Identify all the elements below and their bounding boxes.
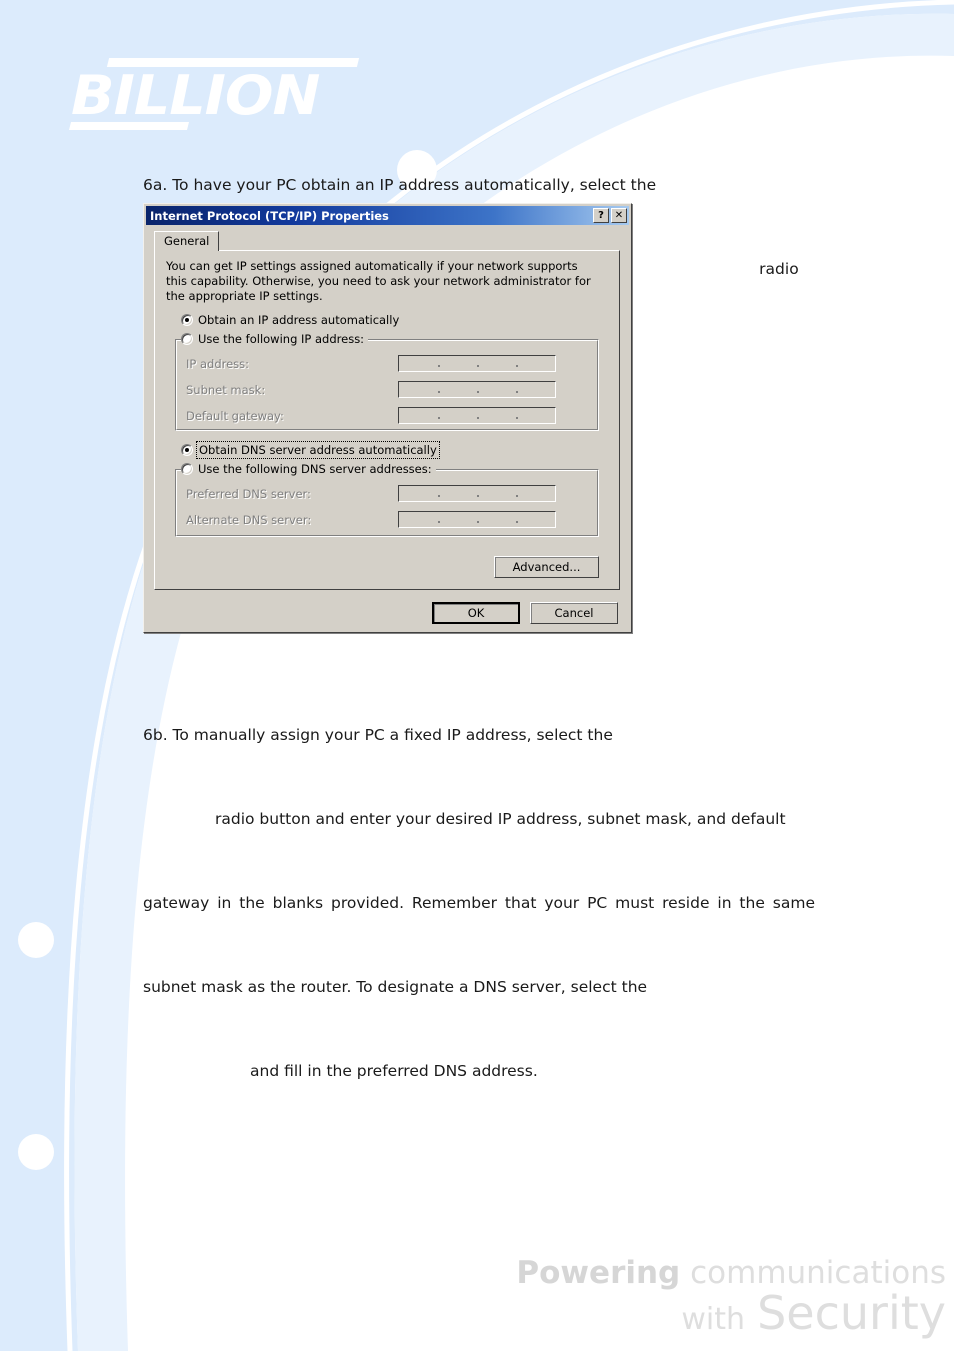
field-alternate-dns: Alternate DNS server:: [186, 511, 556, 528]
dialog-intro-text: You can get IP settings assigned automat…: [166, 259, 591, 303]
radio-obtain-ip-automatically[interactable]: Obtain an IP address automatically: [181, 313, 399, 327]
input-ip-address[interactable]: [398, 355, 556, 372]
radio-label-use-dns: Use the following DNS server addresses:: [198, 462, 432, 476]
radio-icon-use-ip[interactable]: [181, 333, 193, 345]
radio-use-following-dns[interactable]: Use the following DNS server addresses:: [181, 462, 436, 476]
input-alternate-dns[interactable]: [398, 511, 556, 528]
radio-label-obtain-ip: Obtain an IP address automatically: [198, 313, 400, 327]
footer-slogan: Powering communications with Security: [516, 1258, 946, 1337]
radio-obtain-dns-automatically[interactable]: Obtain DNS server address automatically: [181, 441, 440, 459]
input-preferred-dns[interactable]: [398, 485, 556, 502]
field-preferred-dns: Preferred DNS server:: [186, 485, 556, 502]
field-ip-address: IP address:: [186, 355, 556, 372]
footer-slogan-line2: with Security: [516, 1290, 946, 1337]
footer-security: Security: [757, 1286, 946, 1341]
input-subnet-mask[interactable]: [398, 381, 556, 398]
paragraph-6b-line5: and fill in the preferred DNS address.: [143, 1057, 815, 1085]
tab-general[interactable]: General: [154, 231, 220, 251]
label-subnet-mask: Subnet mask:: [186, 382, 266, 397]
label-ip-address: IP address:: [186, 356, 250, 371]
cancel-button[interactable]: Cancel: [530, 602, 618, 624]
paragraph-6b: 6b. To manually assign your PC a fixed I…: [143, 665, 815, 1113]
radio-icon-obtain-ip[interactable]: [181, 314, 193, 326]
label-alternate-dns: Alternate DNS server:: [186, 512, 312, 527]
dialog-title: Internet Protocol (TCP/IP) Properties: [150, 208, 389, 223]
ok-button[interactable]: OK: [432, 602, 520, 624]
footer-with: with: [681, 1302, 745, 1338]
curve-dot-middle: [18, 922, 54, 958]
help-button[interactable]: ?: [593, 208, 609, 223]
curve-dot-lower: [18, 1134, 54, 1170]
label-preferred-dns: Preferred DNS server:: [186, 486, 311, 501]
radio-icon-obtain-dns[interactable]: [181, 444, 193, 456]
paragraph-6b-line1: 6b. To manually assign your PC a fixed I…: [143, 726, 613, 744]
paragraph-6b-line5-text: and fill in the preferred DNS address.: [250, 1062, 538, 1080]
footer-powering: Powering: [516, 1255, 681, 1292]
advanced-button[interactable]: Advanced...: [494, 556, 599, 578]
radio-label-obtain-dns: Obtain DNS server address automatically: [196, 441, 440, 459]
label-default-gateway: Default gateway:: [186, 408, 284, 423]
dialog-tab-strip: General: [154, 231, 620, 251]
close-icon[interactable]: ✕: [611, 208, 627, 223]
paragraph-6b-line3: gateway in the blanks provided. Remember…: [143, 894, 815, 912]
tcpip-properties-dialog[interactable]: Internet Protocol (TCP/IP) Properties ? …: [143, 203, 632, 633]
radio-icon-use-dns[interactable]: [181, 463, 193, 475]
radio-use-following-ip[interactable]: Use the following IP address:: [181, 332, 369, 346]
paragraph-6a-line2-end: radio: [759, 260, 799, 278]
missing-bold-run-b1: [143, 805, 215, 833]
missing-bold-run-b2: [143, 1057, 250, 1085]
paragraph-6a-line1: 6a. To have your PC obtain an IP address…: [143, 176, 657, 194]
paragraph-6b-line2: radio button and enter your desired IP a…: [143, 805, 815, 833]
input-default-gateway[interactable]: [398, 407, 556, 424]
radio-label-use-ip: Use the following IP address:: [198, 332, 365, 346]
paragraph-6b-line2-text: radio button and enter your desired IP a…: [215, 810, 786, 828]
dialog-titlebar[interactable]: Internet Protocol (TCP/IP) Properties ? …: [146, 206, 629, 225]
tab-page-general: You can get IP settings assigned automat…: [154, 250, 620, 590]
paragraph-6b-line4: subnet mask as the router. To designate …: [143, 978, 648, 996]
field-subnet-mask: Subnet mask:: [186, 381, 556, 398]
field-default-gateway: Default gateway:: [186, 407, 556, 424]
